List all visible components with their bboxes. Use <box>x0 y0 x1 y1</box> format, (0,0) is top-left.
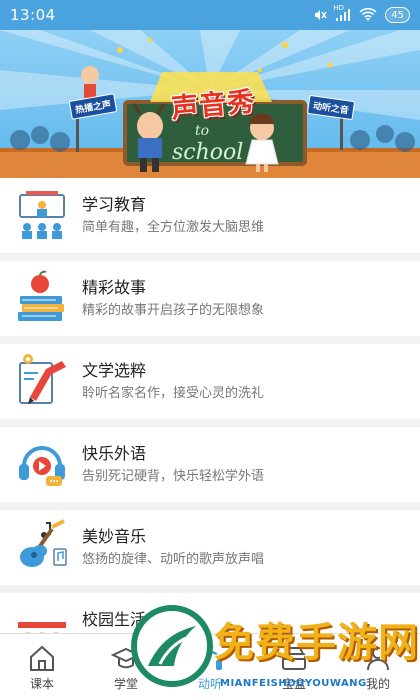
profile-icon <box>367 647 389 671</box>
treasure-box-icon <box>282 647 306 670</box>
guitar-icon <box>20 519 67 567</box>
tab-school[interactable]: 学堂 <box>84 634 168 700</box>
list-item-literature[interactable]: 文学选粹 聆听名家名作，接受心灵的洗礼 <box>0 344 420 419</box>
banner[interactable]: 声音秀 热播之声 动听之音 to school <box>0 30 420 178</box>
graduation-cap-icon <box>111 647 141 669</box>
item-description: 悠扬的旋律、动听的歌声放声唱 <box>82 552 265 567</box>
headphones-icon <box>19 446 65 486</box>
home-icon <box>30 645 54 671</box>
list-item-foreign-language[interactable]: 快乐外语 告别死记硬背，快乐轻松学外语 <box>0 427 420 502</box>
network-label: HD <box>333 4 344 12</box>
list-item-stories[interactable]: 精彩故事 精彩的故事开启孩子的无限想象 <box>0 261 420 336</box>
signal-icon: HD <box>333 4 351 22</box>
nav-label: 动听 <box>197 677 222 691</box>
banner-board-text-school: school <box>172 140 244 165</box>
item-description: 聆听名家名作，接受心灵的洗礼 <box>82 386 265 401</box>
item-description: 简单有趣，全方位激发大脑思维 <box>82 220 265 235</box>
list-item-learning[interactable]: 学习教育 简单有趣，全方位激发大脑思维 <box>0 178 420 253</box>
item-title: 美妙音乐 <box>82 527 147 546</box>
tab-textbook[interactable]: 课本 <box>0 634 84 700</box>
children-icon <box>18 622 66 633</box>
item-description: 告别死记硬背，快乐轻松学外语 <box>82 469 265 484</box>
wifi-icon <box>359 8 377 22</box>
tab-listen[interactable]: 动听 <box>168 634 252 700</box>
bottom-nav: 课本 学堂 动听 宝盒 我的 <box>0 633 420 700</box>
mute-icon <box>311 7 327 23</box>
item-description: 精彩的故事开启孩子的无限想象 <box>82 303 265 318</box>
item-title: 快乐外语 <box>82 444 147 463</box>
nav-label: 宝盒 <box>281 677 306 691</box>
nav-label: 学堂 <box>113 677 138 691</box>
item-title: 精彩故事 <box>82 278 147 297</box>
tab-mine[interactable]: 我的 <box>336 634 420 700</box>
banner-board-text-to: to <box>195 123 210 139</box>
category-list: 学习教育 简单有趣，全方位激发大脑思维 精彩故事 精彩的故事开启孩子的无限想象 <box>0 178 420 633</box>
nav-label: 课本 <box>29 677 54 691</box>
item-title: 学习教育 <box>82 195 147 214</box>
battery-icon: 45 <box>385 7 410 23</box>
list-item-campus-life[interactable]: 校园生活 <box>0 593 420 633</box>
tab-treasure-box[interactable]: 宝盒 <box>252 634 336 700</box>
headphones-nav-icon <box>198 650 222 670</box>
item-title: 文学选粹 <box>82 361 147 380</box>
status-time: 13:04 <box>10 6 56 24</box>
nav-label: 我的 <box>365 677 390 691</box>
status-icons: HD 45 <box>311 4 410 23</box>
status-bar: 13:04 HD 45 <box>0 0 420 30</box>
classroom-icon <box>19 191 65 239</box>
item-title: 校园生活 <box>82 610 147 629</box>
list-item-music[interactable]: 美妙音乐 悠扬的旋律、动听的歌声放声唱 <box>0 510 420 585</box>
apple-books-icon <box>18 270 64 321</box>
pen-paper-icon <box>19 354 66 404</box>
